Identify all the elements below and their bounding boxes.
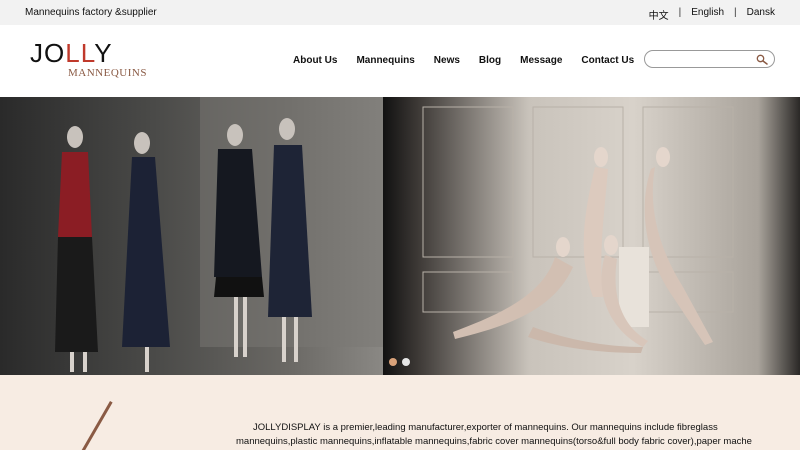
nav-message[interactable]: Message bbox=[520, 55, 562, 66]
nav-news[interactable]: News bbox=[434, 55, 460, 66]
search-icon[interactable] bbox=[756, 54, 768, 65]
banner-dot-2[interactable] bbox=[402, 358, 410, 366]
top-bar: Mannequins factory &supplier 中文 | Englis… bbox=[0, 0, 800, 25]
banner-image-white-mannequins bbox=[383, 97, 800, 375]
lang-separator: | bbox=[734, 7, 737, 18]
lang-chinese[interactable]: 中文 bbox=[649, 7, 669, 22]
hero-banner bbox=[0, 97, 800, 375]
site-logo[interactable]: JOLLY MANNEQUINS bbox=[30, 40, 150, 85]
intro-paragraph: JOLLYDISPLAY is a premier,leading manufa… bbox=[236, 422, 752, 447]
mannequin-group-dressed bbox=[55, 97, 383, 372]
logo-subtitle: MANNEQUINS bbox=[68, 67, 147, 79]
site-header: JOLLY MANNEQUINS About Us Mannequins New… bbox=[0, 25, 800, 97]
search-input[interactable] bbox=[653, 53, 753, 66]
site-tagline: Mannequins factory &supplier bbox=[25, 7, 157, 18]
lang-danish[interactable]: Dansk bbox=[747, 7, 775, 22]
banner-image-dark-mannequins bbox=[0, 97, 383, 375]
language-switcher: 中文 | English | Dansk bbox=[649, 7, 775, 22]
nav-about-us[interactable]: About Us bbox=[293, 55, 337, 66]
search-box bbox=[644, 50, 775, 68]
logo-wordmark: JOLLY bbox=[30, 38, 113, 68]
mannequin-group-abstract bbox=[422, 106, 734, 353]
main-nav: About Us Mannequins News Blog Message Co… bbox=[293, 55, 653, 66]
decorative-slash bbox=[80, 401, 113, 450]
banner-pagination bbox=[389, 358, 415, 366]
lang-english[interactable]: English bbox=[691, 7, 724, 22]
nav-mannequins[interactable]: Mannequins bbox=[356, 55, 414, 66]
intro-section: JOLLYDISPLAY is a premier,leading manufa… bbox=[0, 375, 800, 450]
lang-separator: | bbox=[678, 7, 682, 18]
nav-blog[interactable]: Blog bbox=[479, 55, 501, 66]
nav-contact-us[interactable]: Contact Us bbox=[581, 55, 634, 66]
banner-dot-1[interactable] bbox=[389, 358, 397, 366]
